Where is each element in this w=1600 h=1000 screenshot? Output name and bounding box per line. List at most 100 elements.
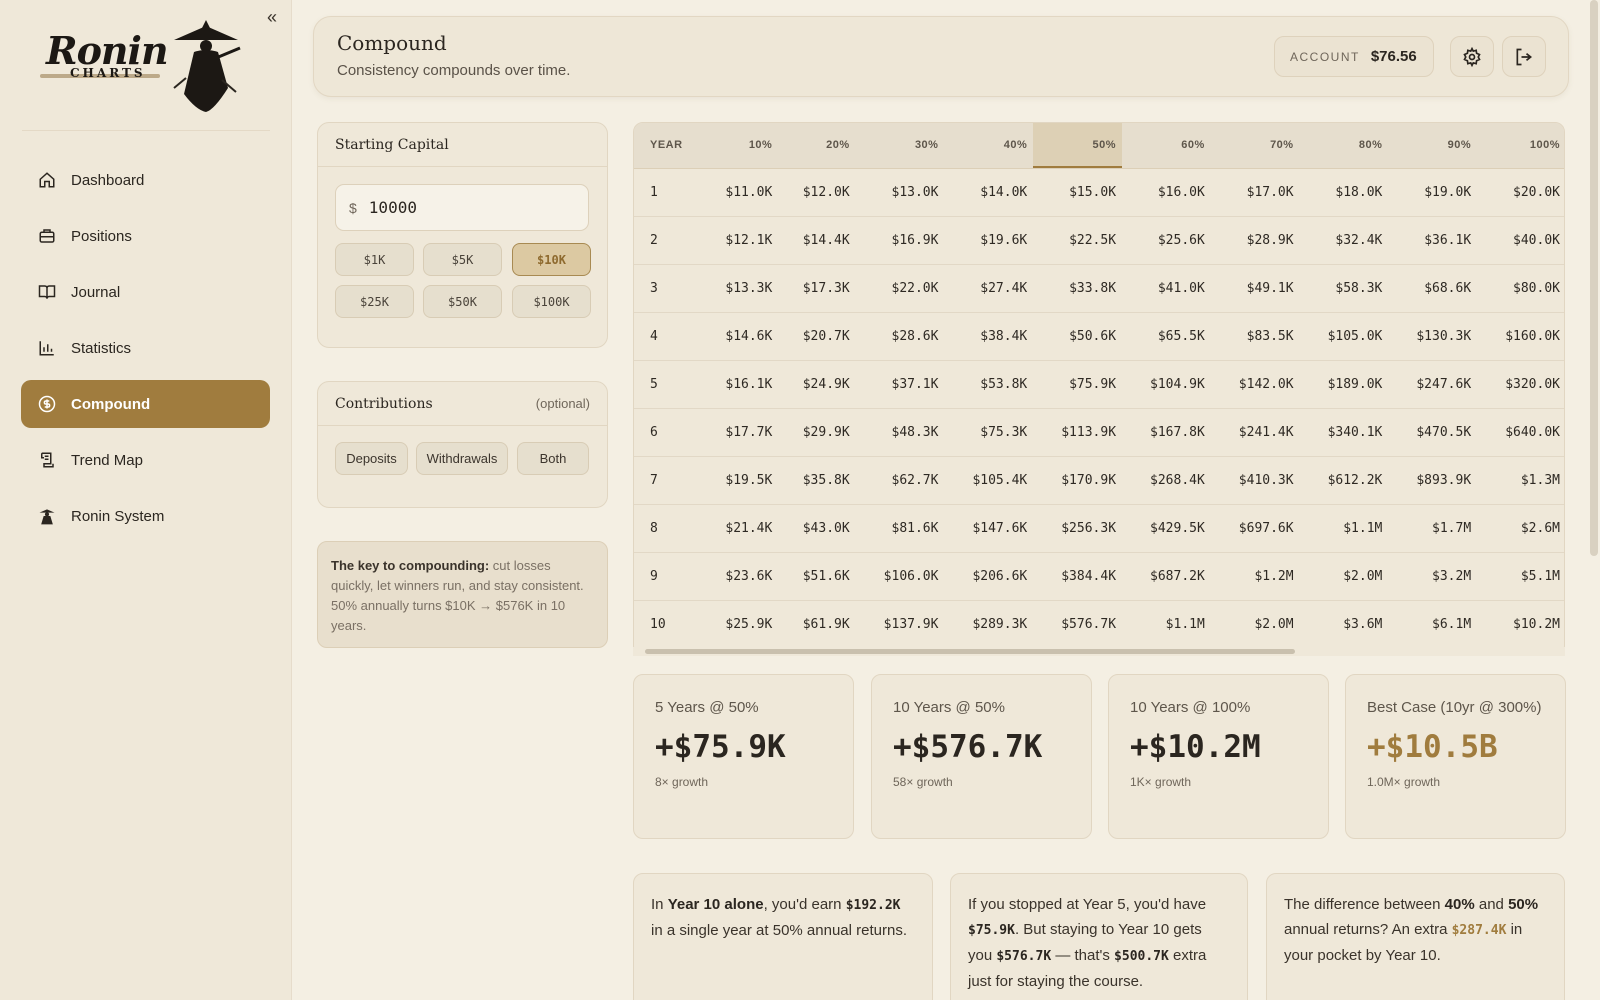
insight-text: In — [651, 896, 668, 913]
account-label: ACCOUNT — [1290, 49, 1360, 64]
value-cell: $22.5K — [1033, 216, 1123, 265]
value-cell: $17.0K — [1210, 168, 1300, 217]
sidebar-item-label: Trend Map — [71, 451, 143, 469]
sidebar-item-label: Journal — [71, 283, 121, 301]
value-cell: $105.0K — [1299, 312, 1389, 361]
settings-button[interactable] — [1450, 36, 1494, 77]
deposits-button[interactable]: Deposits — [335, 442, 408, 475]
value-cell: $640.0K — [1477, 408, 1564, 457]
value-cell: $17.3K — [778, 264, 856, 313]
sidebar-item-statistics[interactable]: Statistics — [21, 324, 270, 372]
column-header-rate[interactable]: 20% — [778, 123, 856, 169]
stat-value: +$576.7K — [893, 729, 1043, 765]
value-cell: $22.0K — [855, 264, 945, 313]
stat-label: 5 Years @ 50% — [655, 699, 759, 716]
column-header-rate[interactable]: 80% — [1299, 123, 1389, 169]
column-header-rate[interactable]: 30% — [855, 123, 945, 169]
insight-number: $75.9K — [968, 923, 1015, 938]
value-cell: $612.2K — [1299, 456, 1389, 505]
value-cell: $62.7K — [855, 456, 945, 505]
preset-25k-button[interactable]: $25K — [335, 285, 414, 318]
sidebar-item-trend-map[interactable]: Trend Map — [21, 436, 270, 484]
sidebar-item-positions[interactable]: Positions — [21, 212, 270, 260]
sidebar-item-dashboard[interactable]: Dashboard — [21, 156, 270, 204]
column-header-rate[interactable]: 50% — [1033, 123, 1123, 169]
horizontal-scrollbar[interactable] — [633, 647, 1565, 656]
stat-value: +$10.5B — [1367, 729, 1498, 765]
stat-card: 10 Years @ 100% +$10.2M 1K× growth — [1108, 674, 1329, 839]
table-body: 1 $11.0K $12.0K $13.0K $14.0K $15.0K $16.0K $17… — [634, 168, 1564, 649]
value-cell: $19.5K — [701, 456, 779, 505]
dollar-circle-icon — [37, 394, 57, 414]
value-cell: $65.5K — [1122, 312, 1211, 361]
value-cell: $37.1K — [855, 360, 945, 409]
value-cell: $1.2M — [1210, 552, 1300, 601]
value-cell: $28.6K — [855, 312, 945, 361]
value-cell: $17.7K — [701, 408, 779, 457]
stat-growth: 1K× growth — [1130, 775, 1192, 789]
value-cell: $51.6K — [778, 552, 856, 601]
preset-100k-button[interactable]: $100K — [512, 285, 591, 318]
value-cell: $75.9K — [1033, 360, 1123, 409]
value-cell: $2.0M — [1299, 552, 1389, 601]
value-cell: $241.4K — [1210, 408, 1300, 457]
ronin-charts-logo[interactable]: Ronin CHARTS — [40, 18, 250, 114]
preset-10k-button[interactable]: $10K — [512, 243, 591, 276]
value-cell: $5.1M — [1477, 552, 1564, 601]
value-cell: $142.0K — [1210, 360, 1300, 409]
column-header-rate[interactable]: 90% — [1388, 123, 1478, 169]
value-cell: $68.6K — [1388, 264, 1478, 313]
column-header-rate[interactable]: 70% — [1210, 123, 1300, 169]
value-cell: $104.9K — [1122, 360, 1211, 409]
gear-icon — [1463, 46, 1481, 67]
column-header-rate[interactable]: 40% — [944, 123, 1034, 169]
sidebar-item-label: Statistics — [71, 339, 132, 357]
sidebar-item-journal[interactable]: Journal — [21, 268, 270, 316]
scrollbar-thumb[interactable] — [645, 649, 1295, 654]
value-cell: $43.0K — [778, 504, 856, 553]
stat-card: 5 Years @ 50% +$75.9K 8× growth — [633, 674, 854, 839]
insight-number: $576.7K — [996, 949, 1052, 964]
value-cell: $1.7M — [1388, 504, 1478, 553]
withdrawals-button[interactable]: Withdrawals — [416, 442, 508, 475]
starting-capital-input[interactable]: $ 10000 — [335, 184, 589, 231]
column-header-rate[interactable]: 100% — [1477, 123, 1564, 169]
value-cell: $247.6K — [1388, 360, 1478, 409]
value-cell: $1.1M — [1122, 600, 1211, 649]
account-balance[interactable]: ACCOUNT $76.56 — [1274, 36, 1434, 77]
preset-1k-button[interactable]: $1K — [335, 243, 414, 276]
value-cell: $10.2M — [1477, 600, 1564, 649]
logout-button[interactable] — [1502, 36, 1546, 77]
collapse-sidebar-icon[interactable]: « — [262, 8, 282, 28]
column-header-rate[interactable]: 60% — [1122, 123, 1211, 169]
starting-capital-panel: Starting Capital $ 10000 $1K $5K $10K $2… — [317, 122, 608, 348]
panel-title: Starting Capital — [335, 136, 449, 153]
page-scrollbar[interactable] — [1590, 0, 1598, 556]
sidebar-item-ronin-system[interactable]: Ronin System — [21, 492, 270, 540]
stat-value: +$10.2M — [1130, 729, 1261, 765]
sidebar-item-compound[interactable]: Compound — [21, 380, 270, 428]
stat-label: Best Case (10yr @ 300%) — [1367, 699, 1542, 716]
value-cell: $48.3K — [855, 408, 945, 457]
year-cell: 10 — [634, 600, 701, 649]
value-cell: $27.4K — [944, 264, 1034, 313]
stat-card: Best Case (10yr @ 300%) +$10.5B 1.0M× gr… — [1345, 674, 1566, 839]
ronin-figure-icon — [37, 506, 57, 526]
both-button[interactable]: Both — [517, 442, 589, 475]
value-cell: $19.6K — [944, 216, 1034, 265]
value-cell: $14.6K — [701, 312, 779, 361]
column-header-rate[interactable]: 10% — [701, 123, 779, 169]
value-cell: $20.7K — [778, 312, 856, 361]
value-cell: $410.3K — [1210, 456, 1300, 505]
value-cell: $14.4K — [778, 216, 856, 265]
value-cell: $58.3K — [1299, 264, 1389, 313]
value-cell: $137.9K — [855, 600, 945, 649]
panel-title: Contributions — [335, 395, 433, 412]
sidebar-item-label: Compound — [71, 395, 151, 413]
year-cell: 4 — [634, 312, 701, 361]
preset-50k-button[interactable]: $50K — [423, 285, 502, 318]
capital-value[interactable]: 10000 — [369, 198, 417, 217]
value-cell: $6.1M — [1388, 600, 1478, 649]
preset-5k-button[interactable]: $5K — [423, 243, 502, 276]
value-cell: $105.4K — [944, 456, 1034, 505]
